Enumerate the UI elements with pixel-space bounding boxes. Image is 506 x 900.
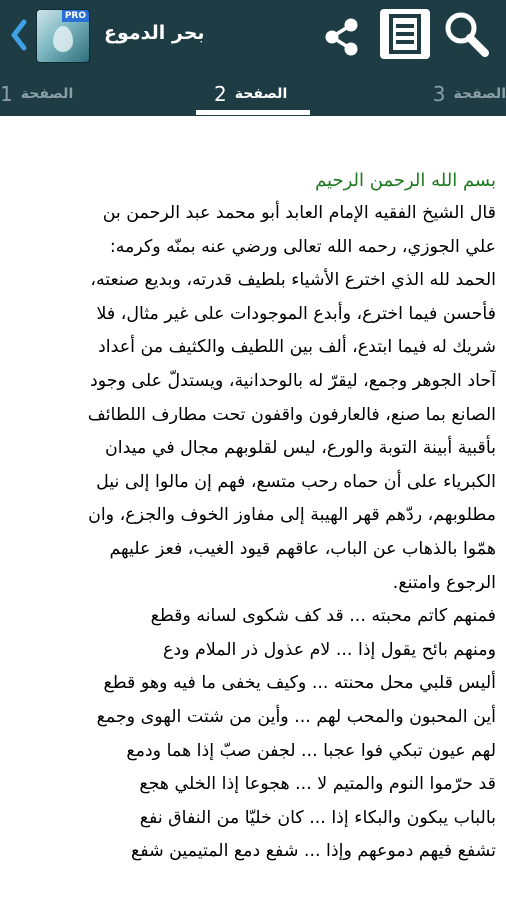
tab-number: 2	[214, 82, 227, 106]
text-line: أين المحبون والمحب لهم ... وأين من شتت ا…	[96, 706, 496, 727]
text-line: قد حرّموا النوم والمتيم لا ... هجوعا إذا…	[139, 774, 496, 795]
text-line: فأحسن فيما اخترع، وأبدع الموجودات على غي…	[96, 303, 496, 324]
text-line: بالباب يبكون والبكاء إذا ... كان خليّا م…	[139, 807, 496, 828]
text-line: همّوا بالذهاب عن الباب، عاقهم قيود الغيب…	[109, 538, 496, 559]
text-line: الرجوع وامتنع.	[392, 572, 496, 593]
text-line: بأقبية أبينة التوبة والورع، ليس لقلوبهم …	[105, 438, 496, 459]
app-title: بحر الدموع	[104, 22, 205, 44]
app-bar: PRO بحر الدموع	[0, 0, 506, 72]
search-icon[interactable]	[440, 8, 492, 60]
text-line: لهم عيون تبكي فوا عجبا ... لجفن صبّ إذا …	[126, 740, 496, 761]
page-content[interactable]: بسم الله الرحمن الرحيم قال الشيخ الفقيه …	[0, 116, 506, 900]
text-line: ومنهم بائح يقول إذا ... لام عذول ذر المل…	[163, 639, 496, 660]
app-logo[interactable]: PRO	[36, 9, 90, 63]
pro-badge: PRO	[61, 10, 89, 22]
tab-page-3[interactable]: الصفحة 3	[433, 72, 506, 116]
text-line: آحاد الجوهر وجمع، ليقرّ له بالوحدانية، و…	[89, 370, 496, 391]
text-line: قال الشيخ الفقيه الإمام العابد أبو محمد …	[102, 203, 496, 223]
tab-number: 3	[432, 82, 446, 106]
text-line: فمنهم كاتم محبته ... قد كف شكوى لسانه وق…	[150, 606, 496, 627]
text-line: شريك له فيما ابتدع، ألف بين اللطيف والكث…	[98, 337, 496, 358]
back-chevron-icon[interactable]	[6, 18, 32, 52]
menu-list-icon[interactable]	[380, 9, 430, 59]
text-line: أليس قلبي محل محنته ... وكيف يخفى ما فيه…	[103, 673, 496, 694]
tab-label: الصفحة	[453, 86, 506, 102]
share-icon[interactable]	[320, 15, 364, 59]
tab-label: الصفحة	[234, 86, 288, 102]
text-line: الصانع بما صنع، فالعارفون واقفون تحت مطا…	[87, 404, 496, 425]
tab-page-1[interactable]: الصفحة 1	[0, 72, 73, 116]
text-line: مطلوبهم، ردّهم قهر الهيبة إلى مفاوز الخو…	[88, 505, 496, 526]
text-line: الكبرياء على أن حماه رحب متسع، فهم إن ما…	[96, 471, 496, 492]
text-line: تشفع فيهم دموعهم وإذا ... شفع دمع المتيم…	[131, 841, 496, 862]
basmala-heading: بسم الله الرحمن الرحيم	[315, 170, 496, 191]
tab-label: الصفحة	[20, 86, 74, 102]
text-line: علي الجوزي، رحمه الله تعالى ورضي عنه بمن…	[109, 236, 496, 257]
text-lines: قال الشيخ الفقيه الإمام العابد أبو محمد …	[4, 197, 496, 869]
selected-tab-indicator	[196, 110, 310, 115]
text-line: الحمد لله الذي اخترع الأشياء بلطيف قدرته…	[90, 270, 496, 291]
water-drop-icon	[53, 26, 73, 52]
tab-number: 1	[0, 82, 13, 106]
